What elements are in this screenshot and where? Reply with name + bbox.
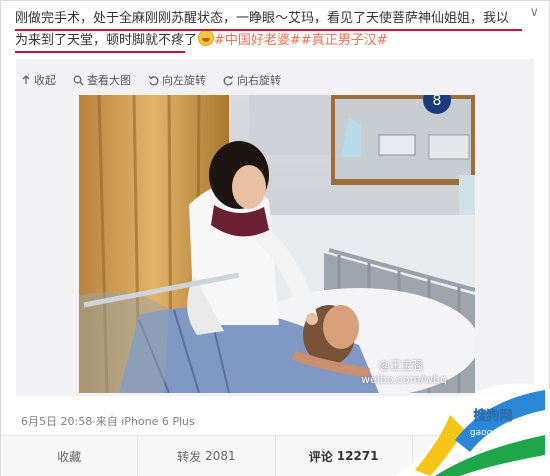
magnifier-icon bbox=[73, 75, 84, 85]
collapse-button[interactable]: 收起 bbox=[21, 72, 56, 88]
arrow-up-icon bbox=[22, 75, 30, 84]
rotate-right-icon bbox=[223, 75, 234, 85]
view-large-button[interactable]: 查看大图 bbox=[73, 72, 131, 88]
post-meta: 6月5日 20:58 来自 iPhone 6 Plus bbox=[21, 413, 195, 429]
view-large-label: 查看大图 bbox=[87, 74, 131, 87]
collapse-chevron-icon[interactable]: ∨ bbox=[529, 5, 539, 20]
rotate-left-label: 向左旋转 bbox=[162, 74, 206, 87]
source-device[interactable]: iPhone 6 Plus bbox=[121, 415, 195, 428]
favorite-label: 收藏 bbox=[57, 449, 82, 464]
rotate-right-label: 向右旋转 bbox=[237, 74, 281, 87]
post-photo[interactable]: 8 @王宝强 weibo.com/wbq bbox=[79, 95, 475, 393]
watermark-handle: @王宝强 bbox=[379, 359, 423, 372]
red-underline-line1 bbox=[15, 29, 522, 31]
site-logo-url: gaoqu.com bbox=[470, 428, 520, 438]
comment-count: 12271 bbox=[336, 449, 379, 463]
red-underline-line2 bbox=[15, 51, 185, 53]
repost-count: 2081 bbox=[205, 449, 236, 463]
repost-label: 转发 bbox=[177, 449, 202, 464]
comment-button[interactable]: 评论 12271 bbox=[276, 436, 413, 476]
comment-label: 评论 bbox=[308, 449, 333, 464]
ward-number: 8 bbox=[433, 95, 442, 109]
site-logo-watermark: 搜狗网 gaoqu.com bbox=[395, 383, 550, 476]
post-timestamp[interactable]: 6月5日 20:58 bbox=[21, 415, 92, 428]
hashtag-links[interactable]: #中国好老婆##真正男子汉# bbox=[214, 33, 388, 48]
media-toolbar: 收起 查看大图 向左旋转 向右旋转 bbox=[21, 72, 298, 88]
hospital-scene-image: 8 bbox=[79, 95, 475, 393]
site-logo-text: 搜狗网 bbox=[473, 408, 512, 424]
collapse-label: 收起 bbox=[34, 74, 56, 87]
rotate-left-icon bbox=[148, 75, 159, 85]
rotate-left-button[interactable]: 向左旋转 bbox=[148, 72, 206, 88]
favorite-button[interactable]: 收藏 bbox=[1, 436, 139, 476]
repost-button[interactable]: 转发 2081 bbox=[138, 436, 276, 476]
rotate-right-button[interactable]: 向右旋转 bbox=[223, 72, 281, 88]
laughing-emoji-icon bbox=[198, 30, 215, 46]
source-prefix: 来自 bbox=[95, 415, 118, 428]
